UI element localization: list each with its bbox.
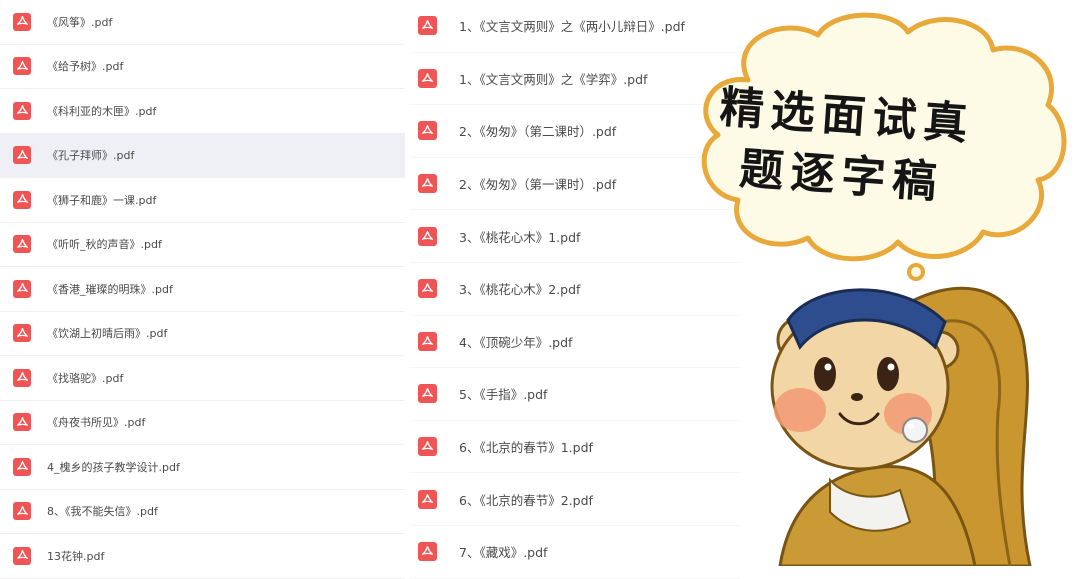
left-file-list: 《风筝》.pdf 《给予树》.pdf 《科利亚的木匣》.pdf 《孔子拜师》.pdf 《… (0, 0, 405, 579)
file-name: 6、《北京的春节》1.pdf (459, 440, 593, 456)
file-row[interactable]: 《听听_秋的声音》.pdf (0, 223, 405, 267)
file-row[interactable]: 《饮湖上初晴后雨》.pdf (0, 312, 405, 356)
pdf-file-icon (13, 457, 31, 476)
file-row[interactable]: 6、《北京的春节》2.pdf (410, 473, 740, 526)
file-row[interactable]: 6、《北京的春节》1.pdf (410, 421, 740, 474)
pdf-file-icon (13, 101, 31, 120)
file-row[interactable]: 4_槐乡的孩子教学设计.pdf (0, 445, 405, 490)
pdf-file-icon (418, 331, 437, 351)
pdf-file-icon (418, 121, 437, 141)
pdf-file-icon (13, 324, 31, 343)
pdf-file-icon (418, 489, 437, 509)
file-row[interactable]: 5、《手指》.pdf (410, 368, 740, 421)
file-name: 4_槐乡的孩子教学设计.pdf (47, 460, 180, 474)
file-name: 5、《手指》.pdf (459, 387, 548, 403)
file-name: 13花钟.pdf (47, 549, 105, 563)
pdf-file-icon (13, 190, 31, 209)
file-name: 2、《匆匆》（第二课时）.pdf (459, 124, 617, 140)
file-row[interactable]: 《香港_璀璨的明珠》.pdf (0, 267, 405, 312)
pdf-file-icon (13, 413, 31, 432)
file-row[interactable]: 《风筝》.pdf (0, 0, 405, 45)
pdf-file-icon (418, 68, 437, 88)
file-row[interactable]: 《狮子和鹿》一课.pdf (0, 178, 405, 223)
file-name: 4、《顶碗少年》.pdf (459, 334, 573, 350)
pdf-file-icon (13, 57, 31, 76)
file-name: 《孔子拜师》.pdf (47, 149, 135, 163)
mascot-illustration (770, 286, 1032, 566)
bubble-text: 精选面试真 题逐字稿 (714, 78, 1032, 219)
file-name: 1、《文言文两则》之《学弈》.pdf (459, 71, 648, 87)
pdf-file-icon (13, 279, 31, 298)
file-row[interactable]: 《科利亚的木匣》.pdf (0, 89, 405, 134)
pdf-file-icon (418, 174, 437, 194)
file-name: 《饮湖上初晴后雨》.pdf (47, 327, 168, 341)
file-row[interactable]: 《舟夜书所见》.pdf (0, 401, 405, 445)
pdf-file-icon (418, 226, 437, 246)
pdf-file-icon (13, 546, 31, 565)
pdf-file-icon (418, 542, 437, 562)
file-name: 7、《藏戏》.pdf (459, 545, 548, 561)
file-name: 6、《北京的春节》2.pdf (459, 492, 593, 508)
file-name: 1、《文言文两则》之《两小儿辩日》.pdf (459, 19, 685, 35)
file-row[interactable]: 8、《我不能失信》.pdf (0, 490, 405, 534)
pdf-file-icon (418, 16, 437, 36)
file-name: 3、《桃花心木》2.pdf (459, 282, 581, 298)
pdf-file-icon (13, 235, 31, 254)
pdf-file-icon (418, 384, 437, 404)
file-name: 《风筝》.pdf (47, 15, 113, 29)
file-name: 《听听_秋的声音》.pdf (47, 238, 162, 252)
file-name: 8、《我不能失信》.pdf (47, 505, 158, 519)
file-name: 2、《匆匆》（第一课时）.pdf (459, 177, 617, 193)
pdf-file-icon (13, 146, 31, 165)
file-name: 《找骆驼》.pdf (47, 371, 124, 385)
pdf-file-icon (13, 368, 31, 387)
file-row[interactable]: 4、《顶碗少年》.pdf (410, 316, 740, 369)
file-name: 《给予树》.pdf (47, 60, 124, 74)
file-name: 《舟夜书所见》.pdf (47, 416, 146, 430)
file-row[interactable]: 7、《藏戏》.pdf (410, 526, 740, 579)
file-row[interactable]: 13花钟.pdf (0, 534, 405, 579)
pdf-file-icon (13, 502, 31, 521)
file-name: 《狮子和鹿》一课.pdf (47, 193, 157, 207)
file-row[interactable]: 《给予树》.pdf (0, 45, 405, 89)
file-row[interactable]: 《找骆驼》.pdf (0, 356, 405, 401)
pdf-file-icon (13, 12, 31, 31)
file-row[interactable]: 《孔子拜师》.pdf (0, 133, 405, 178)
pdf-file-icon (418, 437, 437, 457)
file-name: 3、《桃花心木》1.pdf (459, 229, 581, 245)
pdf-file-icon (418, 279, 437, 299)
file-name: 《香港_璀璨的明珠》.pdf (47, 282, 173, 296)
file-name: 《科利亚的木匣》.pdf (47, 104, 157, 118)
